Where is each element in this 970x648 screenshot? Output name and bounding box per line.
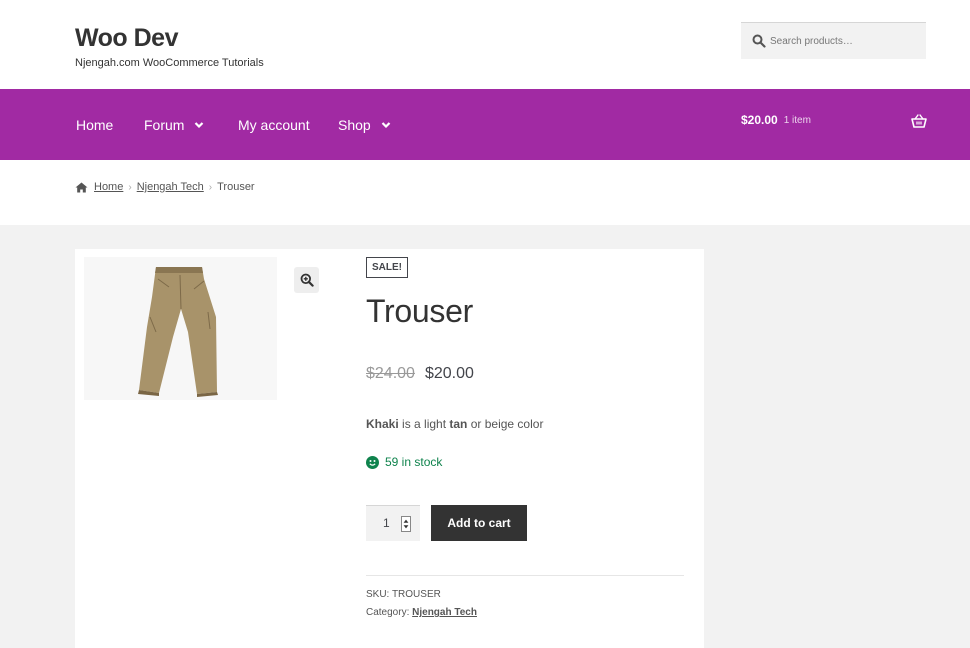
breadcrumb-category-link[interactable]: Njengah Tech xyxy=(137,181,204,193)
sale-price: $20.00 xyxy=(424,365,474,382)
description-bold: Khaki xyxy=(366,417,399,431)
nav-item-label: Forum xyxy=(144,117,185,133)
add-to-cart-button[interactable]: Add to cart xyxy=(431,505,527,541)
nav-item-my-account[interactable]: My account xyxy=(238,117,310,133)
nav-item-shop[interactable]: Shop xyxy=(338,117,391,133)
breadcrumb-separator-icon: › xyxy=(128,181,132,193)
chevron-down-icon xyxy=(381,122,390,129)
sku-meta: SKU: TROUSER xyxy=(366,589,441,600)
product-search[interactable] xyxy=(741,22,926,59)
breadcrumb-home-link[interactable]: Home xyxy=(94,181,123,193)
category-link[interactable]: Njengah Tech xyxy=(412,607,477,618)
quantity-stepper[interactable]: 1 xyxy=(366,505,420,541)
basket-icon xyxy=(911,114,927,128)
trouser-image xyxy=(138,267,218,397)
category-label: Category: xyxy=(366,607,410,618)
breadcrumb-separator-icon: › xyxy=(208,181,213,193)
search-icon xyxy=(752,34,766,48)
quantity-value[interactable]: 1 xyxy=(383,516,390,530)
product-image[interactable] xyxy=(84,257,277,400)
product-panel: SALE! Trouser $24.00 $20.00 Khaki is a l… xyxy=(75,249,704,648)
chevron-down-icon xyxy=(195,122,204,129)
description-text: or beige color xyxy=(467,417,544,431)
mini-cart[interactable]: $20.00 1 item xyxy=(741,113,927,128)
sku-value: TROUSER xyxy=(391,589,441,600)
magnify-plus-icon xyxy=(300,273,314,287)
breadcrumb-current: Trouser xyxy=(217,181,255,193)
site-description: Njengah.com WooCommerce Tutorials xyxy=(75,57,264,69)
product-price: $24.00 $20.00 xyxy=(366,365,474,383)
nav-item-label: My account xyxy=(238,117,310,133)
stock-text: 59 in stock xyxy=(385,455,443,469)
product-short-description: Khaki is a light tan or beige color xyxy=(366,417,543,431)
cart-count: 1 item xyxy=(783,114,811,126)
primary-navigation: Home Forum My account Shop $20.00 1 item xyxy=(0,89,970,160)
regular-price: $24.00 xyxy=(366,365,415,382)
home-icon xyxy=(75,182,88,192)
divider xyxy=(366,575,684,576)
nav-item-label: Shop xyxy=(338,117,371,133)
nav-item-label: Home xyxy=(76,117,114,133)
cart-amount: $20.00 xyxy=(741,113,778,127)
zoom-button[interactable] xyxy=(294,267,319,293)
sale-badge: SALE! xyxy=(366,257,408,278)
breadcrumb-bar: Home › Njengah Tech › Trouser xyxy=(0,160,970,225)
description-text: is a light xyxy=(398,417,450,431)
product-title: Trouser xyxy=(366,293,473,329)
nav-item-home[interactable]: Home xyxy=(76,117,113,133)
site-header: Woo Dev Njengah.com WooCommerce Tutorial… xyxy=(0,0,970,89)
sku-label: SKU: xyxy=(366,589,390,600)
description-bold: tan xyxy=(449,417,468,431)
nav-item-forum[interactable]: Forum xyxy=(144,117,204,133)
site-title[interactable]: Woo Dev xyxy=(75,24,179,53)
breadcrumb: Home › Njengah Tech › Trouser xyxy=(75,181,255,193)
spinner-arrows-icon[interactable] xyxy=(401,516,411,532)
stock-status: 59 in stock xyxy=(366,455,442,469)
smile-icon xyxy=(366,455,379,469)
search-input[interactable] xyxy=(770,31,920,51)
category-meta: Category: Njengah Tech xyxy=(366,607,477,618)
